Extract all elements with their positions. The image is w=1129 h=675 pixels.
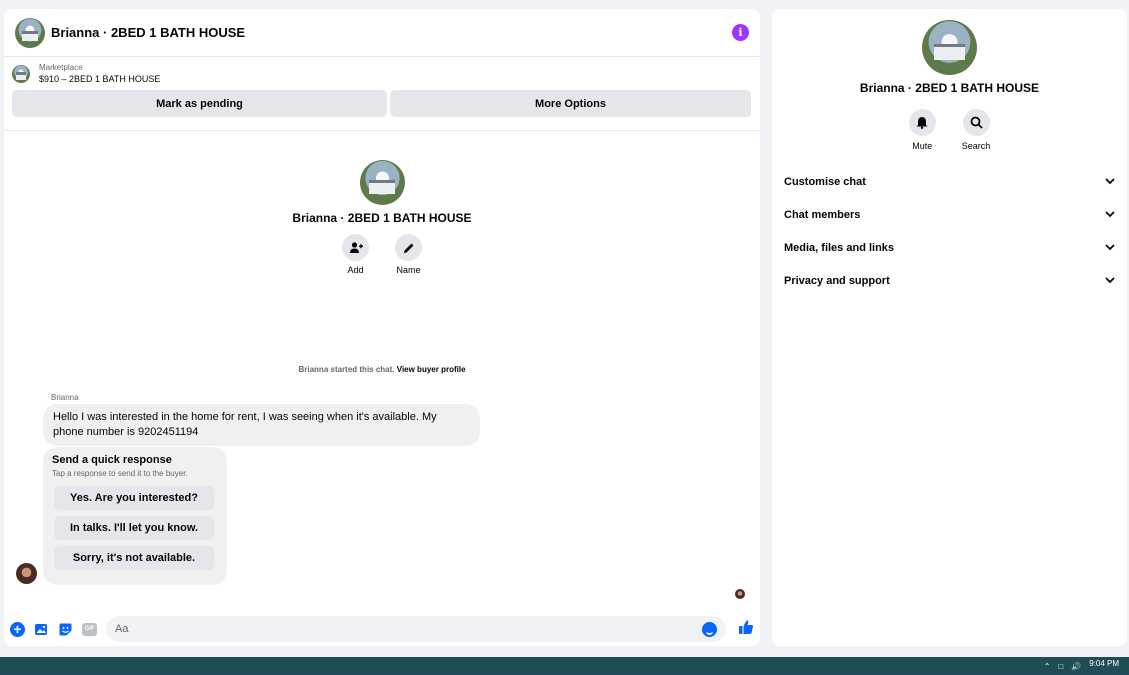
info-panel: Brianna · 2BED 1 BATH HOUSE Mute Search … [772, 9, 1127, 646]
quick-response-title: Send a quick response [52, 454, 172, 466]
quick-response-card: Send a quick response Tap a response to … [43, 447, 227, 585]
chevron-down-icon [1105, 277, 1115, 284]
section-customise-chat[interactable]: Customise chat [772, 165, 1127, 198]
quick-response-not-available[interactable]: Sorry, it's not available. [54, 546, 214, 570]
info-name: Brianna · 2BED 1 BATH HOUSE [859, 81, 1040, 95]
plus-icon[interactable]: + [10, 621, 25, 637]
sticker-icon[interactable] [58, 622, 73, 637]
more-options-button[interactable]: More Options [390, 90, 751, 117]
sender-avatar[interactable] [16, 563, 37, 584]
info-avatar [922, 20, 977, 75]
chat-intro: Brianna · 2BED 1 BATH HOUSE Add Name [4, 160, 760, 275]
seen-indicator-avatar [735, 589, 745, 599]
chevron-down-icon [1105, 178, 1115, 185]
section-privacy-support[interactable]: Privacy and support [772, 264, 1127, 297]
chevron-down-icon [1105, 244, 1115, 251]
windows-taskbar: ⌃ □ 🔊 9:04 PM [0, 657, 1129, 675]
started-text: Brianna started this chat. [298, 365, 395, 374]
mute-button[interactable]: Mute [908, 109, 936, 151]
chat-avatar[interactable] [15, 17, 45, 48]
section-chat-members[interactable]: Chat members [772, 198, 1127, 231]
message-bubble[interactable]: Hello I was interested in the home for r… [43, 404, 480, 446]
intro-name: Brianna · 2BED 1 BATH HOUSE [292, 211, 472, 225]
section-label: Chat members [784, 208, 861, 221]
conversation-area: Brianna · 2BED 1 BATH HOUSE Add Name Bri… [4, 131, 760, 601]
search-label: Search [961, 141, 991, 151]
listing-row[interactable]: Marketplace $910 – 2BED 1 BATH HOUSE [12, 63, 752, 84]
quick-response-yes[interactable]: Yes. Are you interested? [54, 486, 214, 510]
pencil-icon [395, 234, 422, 261]
system-tray: ⌃ □ 🔊 9:04 PM [1044, 657, 1119, 675]
section-label: Privacy and support [784, 274, 890, 287]
section-media-files-links[interactable]: Media, files and links [772, 231, 1127, 264]
search-button[interactable]: Search [961, 109, 991, 151]
chat-title[interactable]: Brianna · 2BED 1 BATH HOUSE [51, 25, 245, 40]
thumbs-up-icon[interactable] [738, 619, 754, 640]
chat-panel: Brianna · 2BED 1 BATH HOUSE i Marketplac… [4, 9, 760, 646]
add-people-button[interactable]: Add [342, 234, 369, 275]
emoji-icon[interactable] [702, 621, 717, 637]
edit-name-button[interactable]: Name [395, 234, 422, 275]
message-input-wrapper [106, 616, 726, 642]
info-sections: Customise chat Chat members Media, files… [772, 165, 1127, 297]
view-buyer-profile-link[interactable]: View buyer profile [397, 365, 466, 374]
volume-icon[interactable]: 🔊 [1071, 662, 1081, 671]
clock[interactable]: 9:04 PM [1089, 659, 1119, 668]
listing-title: $910 – 2BED 1 BATH HOUSE [39, 74, 161, 84]
gif-icon[interactable]: GIF [82, 622, 97, 637]
sender-name: Brianna [51, 393, 79, 402]
marketplace-label: Marketplace [39, 63, 83, 72]
mute-label: Mute [912, 141, 933, 151]
chevron-down-icon [1105, 211, 1115, 218]
chat-started-notice: Brianna started this chat. View buyer pr… [4, 365, 760, 374]
name-label: Name [396, 265, 421, 275]
bell-icon [908, 109, 936, 136]
marketplace-bar: Marketplace $910 – 2BED 1 BATH HOUSE Mar… [4, 57, 760, 131]
add-label: Add [347, 265, 364, 275]
composer: + GIF [4, 612, 760, 646]
chat-header: Brianna · 2BED 1 BATH HOUSE i [4, 9, 760, 57]
quick-response-subtitle: Tap a response to send it to the buyer. [52, 469, 188, 478]
message-input[interactable] [115, 623, 675, 635]
intro-avatar [359, 160, 405, 205]
add-person-icon [342, 234, 369, 261]
chevron-up-icon[interactable]: ⌃ [1044, 662, 1051, 671]
quick-response-in-talks[interactable]: In talks. I'll let you know. [54, 516, 214, 540]
info-icon[interactable]: i [732, 24, 749, 41]
listing-thumbnail [12, 64, 30, 83]
network-icon[interactable]: □ [1058, 662, 1063, 671]
photo-icon[interactable] [34, 622, 49, 637]
mark-pending-button[interactable]: Mark as pending [12, 90, 387, 117]
section-label: Customise chat [784, 175, 866, 188]
section-label: Media, files and links [784, 241, 895, 254]
search-icon [962, 109, 990, 136]
